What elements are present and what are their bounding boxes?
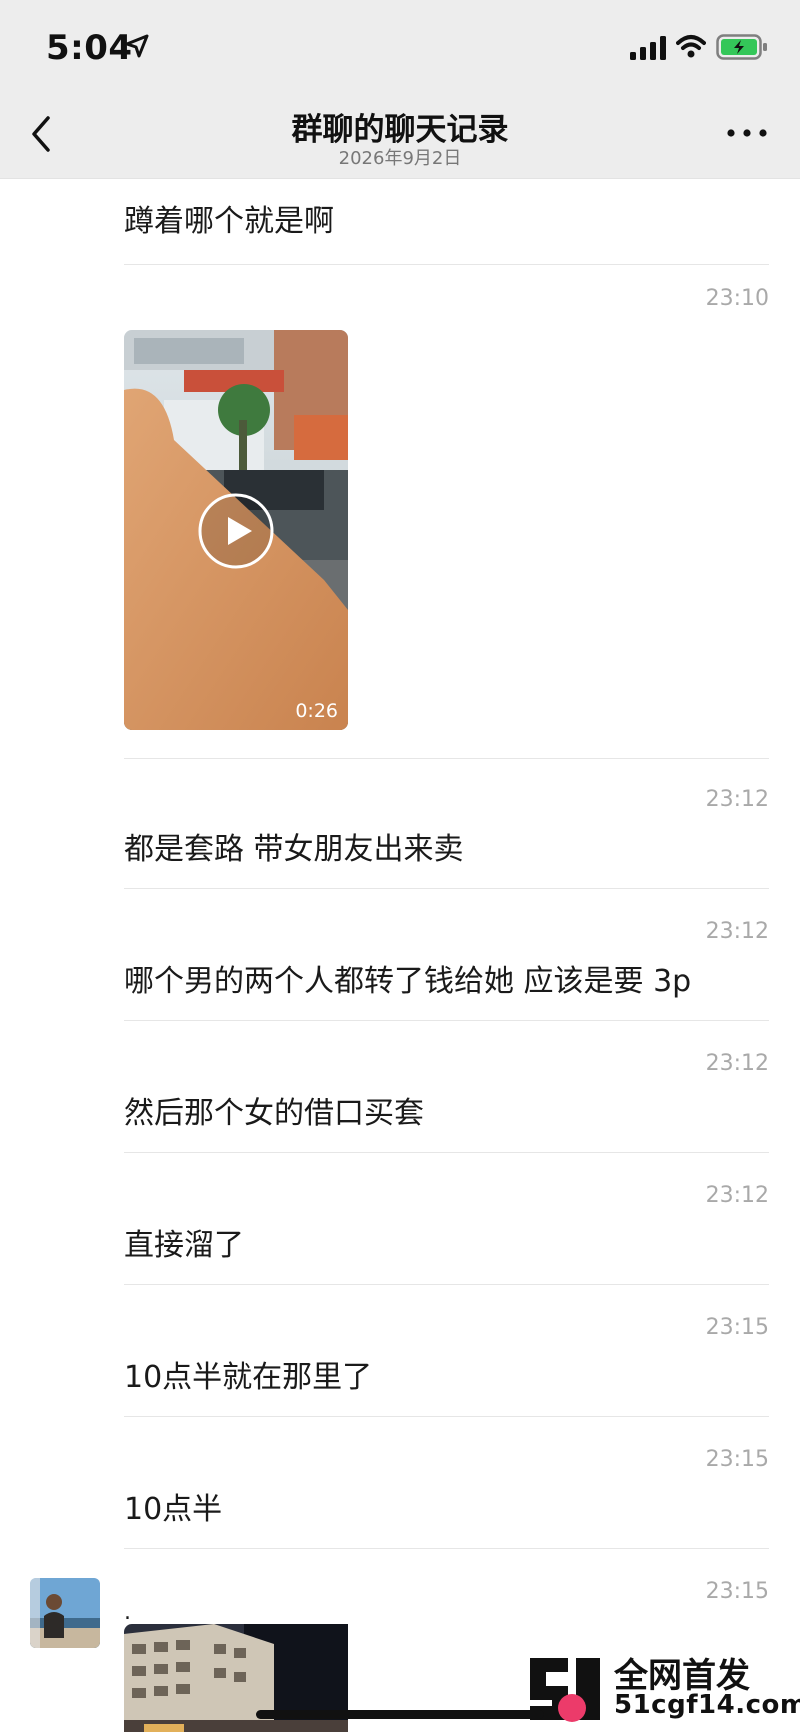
battery-charging-icon (716, 34, 767, 60)
divider (124, 758, 769, 759)
status-bar: 5:04 (0, 0, 800, 96)
divider (124, 264, 769, 265)
message-text[interactable]: 10点半就在那里了 (124, 1352, 372, 1396)
home-indicator[interactable] (256, 1710, 544, 1719)
message-time: 23:12 (705, 1051, 769, 1076)
divider (124, 1152, 769, 1153)
divider (124, 1416, 769, 1417)
message-text[interactable]: . (124, 1600, 131, 1625)
status-time: 5:04 (46, 28, 133, 68)
watermark-url: 51cgf14.com (614, 1690, 800, 1720)
divider (124, 1284, 769, 1285)
message-text[interactable]: 蹲着哪个就是啊 (124, 196, 334, 240)
nav-bar: 群聊的聊天记录 2026年9月2日 (0, 96, 800, 179)
message-time: 23:15 (705, 1579, 769, 1604)
video-duration: 0:26 (295, 700, 338, 722)
wifi-icon (676, 35, 706, 58)
message-text[interactable]: 然后那个女的借口买套 (124, 1088, 424, 1132)
message-time: 23:12 (705, 919, 769, 944)
message-text[interactable]: 都是套路 带女朋友出来卖 (124, 824, 464, 868)
message-text[interactable]: 哪个男的两个人都转了钱给她 应该是要 3p (124, 956, 691, 1000)
play-icon[interactable] (197, 492, 275, 570)
divider (124, 1548, 769, 1549)
message-time: 23:15 (705, 1315, 769, 1340)
message-text[interactable]: 10点半 (124, 1484, 222, 1528)
message-time: 23:10 (705, 286, 769, 311)
message-time: 23:12 (705, 787, 769, 812)
divider (124, 1020, 769, 1021)
message-text[interactable]: 直接溜了 (124, 1220, 244, 1264)
message-time: 23:15 (705, 1447, 769, 1472)
avatar[interactable] (30, 1578, 100, 1648)
signal-icon (630, 36, 666, 60)
video-thumbnail[interactable]: 0:26 (124, 330, 348, 730)
chat-history-list[interactable]: 蹲着哪个就是啊 23:10 0:26 23:12 都是套路 带女朋友出来卖 23… (0, 178, 800, 1732)
page-title: 群聊的聊天记录 (291, 112, 509, 148)
more-dots-icon[interactable] (722, 118, 772, 148)
message-time: 23:12 (705, 1183, 769, 1208)
location-arrow-icon (125, 34, 149, 58)
page-subtitle-date: 2026年9月2日 (338, 148, 462, 169)
divider (124, 888, 769, 889)
